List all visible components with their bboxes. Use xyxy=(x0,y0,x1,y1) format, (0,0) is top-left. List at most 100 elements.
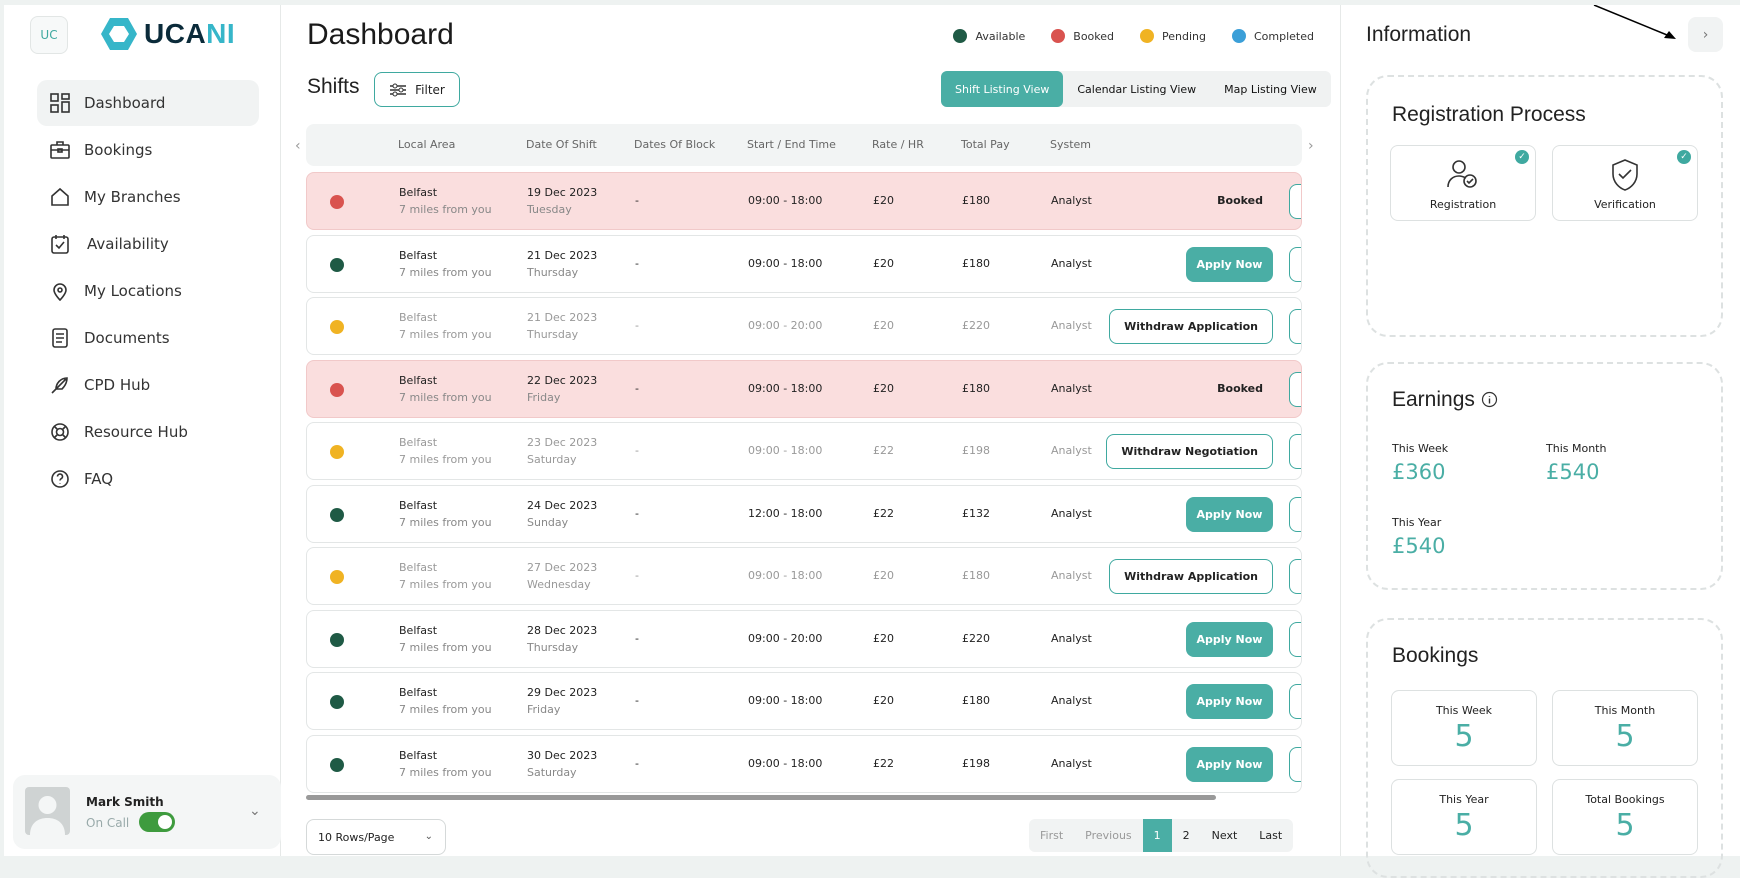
tab-calendar-listing-view[interactable]: Calendar Listing View xyxy=(1063,71,1210,107)
row-menu-button[interactable] xyxy=(1289,684,1301,719)
bookings-total[interactable]: Total Bookings 5 xyxy=(1552,779,1698,855)
withdraw-application-button[interactable]: Withdraw Application xyxy=(1109,559,1273,594)
sidebar-item-documents[interactable]: Documents xyxy=(37,315,259,361)
row-menu-button[interactable] xyxy=(1289,746,1301,782)
legend-dot xyxy=(953,29,968,43)
column-header[interactable]: System xyxy=(1050,138,1091,151)
info-icon[interactable] xyxy=(1481,391,1498,408)
verification-step[interactable]: ✓ Verification xyxy=(1552,145,1698,221)
tab-shift-listing-view[interactable]: Shift Listing View xyxy=(941,71,1064,107)
cell-time: 09:00 - 20:00 xyxy=(748,319,823,332)
bookings-value: 5 xyxy=(1615,719,1635,754)
apply-now-button[interactable]: Apply Now xyxy=(1186,246,1273,282)
tab-map-listing-view[interactable]: Map Listing View xyxy=(1210,71,1331,107)
earnings-month-label: This Month xyxy=(1546,442,1607,455)
apply-now-button[interactable]: Apply Now xyxy=(1186,621,1273,657)
table-row[interactable]: Belfast 7 miles from you 22 Dec 2023 Friday… xyxy=(306,359,1302,418)
column-header[interactable]: Date Of Shift xyxy=(526,138,597,151)
row-menu-button[interactable] xyxy=(1289,496,1301,532)
cell-area: Belfast xyxy=(399,373,438,387)
main-content: Dashboard Available Booked Pending Complete… xyxy=(282,5,1340,856)
chevron-left-icon[interactable]: ‹ xyxy=(295,138,301,154)
bookings-this-month[interactable]: This Month 5 xyxy=(1552,690,1698,766)
cell-pay: £198 xyxy=(962,756,990,770)
column-header[interactable]: Rate / HR xyxy=(872,138,924,151)
cell-area: Belfast xyxy=(399,248,438,262)
row-menu-button[interactable] xyxy=(1289,434,1301,469)
sidebar-item-my-branches[interactable]: My Branches xyxy=(37,174,259,220)
row-menu-button[interactable] xyxy=(1289,184,1301,219)
column-header[interactable]: Start / End Time xyxy=(747,138,836,151)
earnings-title: Earnings xyxy=(1392,388,1498,412)
sidebar-item-availability[interactable]: Availability xyxy=(37,221,259,267)
table-row[interactable]: Belfast 7 miles from you 19 Dec 2023 Tuesda… xyxy=(306,172,1302,230)
bookings-this-year[interactable]: This Year 5 xyxy=(1391,779,1537,855)
table-row[interactable]: Belfast 7 miles from you 28 Dec 2023 Thursd… xyxy=(306,609,1302,668)
pager-previous[interactable]: Previous xyxy=(1074,819,1143,852)
cell-system: Analyst xyxy=(1051,444,1092,457)
status-badge: Booked xyxy=(1217,194,1263,207)
table-row[interactable]: Belfast 7 miles from you 24 Dec 2023 Sunday… xyxy=(306,484,1302,543)
user-card[interactable]: Mark Smith On Call ⌄ xyxy=(13,775,281,849)
sidebar-item-faq[interactable]: FAQ xyxy=(37,456,259,502)
filter-button[interactable]: Filter xyxy=(374,72,460,107)
horizontal-scrollbar[interactable] xyxy=(306,795,1216,800)
cell-block: - xyxy=(635,319,639,332)
row-menu-button[interactable] xyxy=(1289,309,1301,344)
sidebar-item-cpd-hub[interactable]: CPD Hub xyxy=(37,362,259,408)
cell-distance: 7 miles from you xyxy=(399,203,492,216)
registration-step[interactable]: ✓ Registration xyxy=(1390,145,1536,221)
row-menu-button[interactable] xyxy=(1289,371,1301,407)
legend-item: Available xyxy=(953,29,1025,43)
pager-page-1[interactable]: 1 xyxy=(1142,819,1172,852)
bookings-value: 5 xyxy=(1454,808,1474,843)
column-header[interactable]: Local Area xyxy=(398,138,455,151)
pager-last[interactable]: Last xyxy=(1248,819,1293,852)
home-icon xyxy=(50,187,70,207)
apply-now-button[interactable]: Apply Now xyxy=(1186,496,1273,532)
column-header[interactable]: Dates Of Block xyxy=(634,138,715,151)
workspace-badge[interactable]: UC xyxy=(30,16,68,54)
cell-system: Analyst xyxy=(1051,506,1092,520)
withdraw-negotiation-button[interactable]: Withdraw Negotiation xyxy=(1106,434,1273,469)
sidebar-item-bookings[interactable]: Bookings xyxy=(37,127,259,173)
bookings-value: 5 xyxy=(1615,808,1635,843)
apply-now-button[interactable]: Apply Now xyxy=(1186,684,1273,719)
cell-rate: £20 xyxy=(873,381,894,395)
withdraw-application-button[interactable]: Withdraw Application xyxy=(1109,309,1273,344)
chevron-right-icon[interactable]: › xyxy=(1308,138,1314,154)
bookings-card: Bookings This Week 5 This Month 5 This Y… xyxy=(1366,618,1723,878)
column-header[interactable]: Total Pay xyxy=(961,138,1010,151)
apply-now-button[interactable]: Apply Now xyxy=(1186,746,1273,782)
bookings-this-week[interactable]: This Week 5 xyxy=(1391,690,1537,766)
earnings-year-label: This Year xyxy=(1392,516,1442,529)
cell-distance: 7 miles from you xyxy=(399,453,492,466)
table-row[interactable]: Belfast 7 miles from you 27 Dec 2023 Wednes… xyxy=(306,547,1302,605)
pager-first[interactable]: First xyxy=(1029,819,1074,852)
sliders-icon xyxy=(390,83,407,96)
table-row[interactable]: Belfast 7 miles from you 29 Dec 2023 Friday… xyxy=(306,672,1302,730)
rows-per-page-select[interactable]: 10 Rows/Page ⌄ xyxy=(306,819,446,855)
collapse-panel-button[interactable]: › xyxy=(1688,17,1723,52)
pager-page-2[interactable]: 2 xyxy=(1172,819,1201,852)
row-menu-button[interactable] xyxy=(1289,559,1301,594)
table-row[interactable]: Belfast 7 miles from you 21 Dec 2023 Thursd… xyxy=(306,297,1302,355)
table-row[interactable]: Belfast 7 miles from you 21 Dec 2023 Thursd… xyxy=(306,234,1302,293)
sidebar-item-resource-hub[interactable]: Resource Hub xyxy=(37,409,259,455)
cell-day: Saturday xyxy=(527,453,577,466)
on-call-toggle[interactable] xyxy=(139,812,175,832)
chevron-down-icon[interactable]: ⌄ xyxy=(249,803,261,819)
sidebar-item-dashboard[interactable]: Dashboard xyxy=(37,80,259,126)
table-row[interactable]: Belfast 7 miles from you 23 Dec 2023 Saturd… xyxy=(306,422,1302,480)
sidebar-item-label: My Locations xyxy=(84,282,182,300)
grid-icon xyxy=(50,93,70,113)
avatar xyxy=(25,787,70,835)
row-menu-button[interactable] xyxy=(1289,246,1301,282)
shifts-table: ‹ Local Area Date Of Shift Dates Of Bloc… xyxy=(295,124,1314,796)
pager-next[interactable]: Next xyxy=(1201,819,1249,852)
table-row[interactable]: Belfast 7 miles from you 30 Dec 2023 Saturd… xyxy=(306,734,1302,793)
earnings-card: Earnings This Week £360 This Month £540 … xyxy=(1366,362,1723,590)
status-dot xyxy=(330,507,344,522)
sidebar-item-my-locations[interactable]: My Locations xyxy=(37,268,259,314)
row-menu-button[interactable] xyxy=(1289,621,1301,657)
